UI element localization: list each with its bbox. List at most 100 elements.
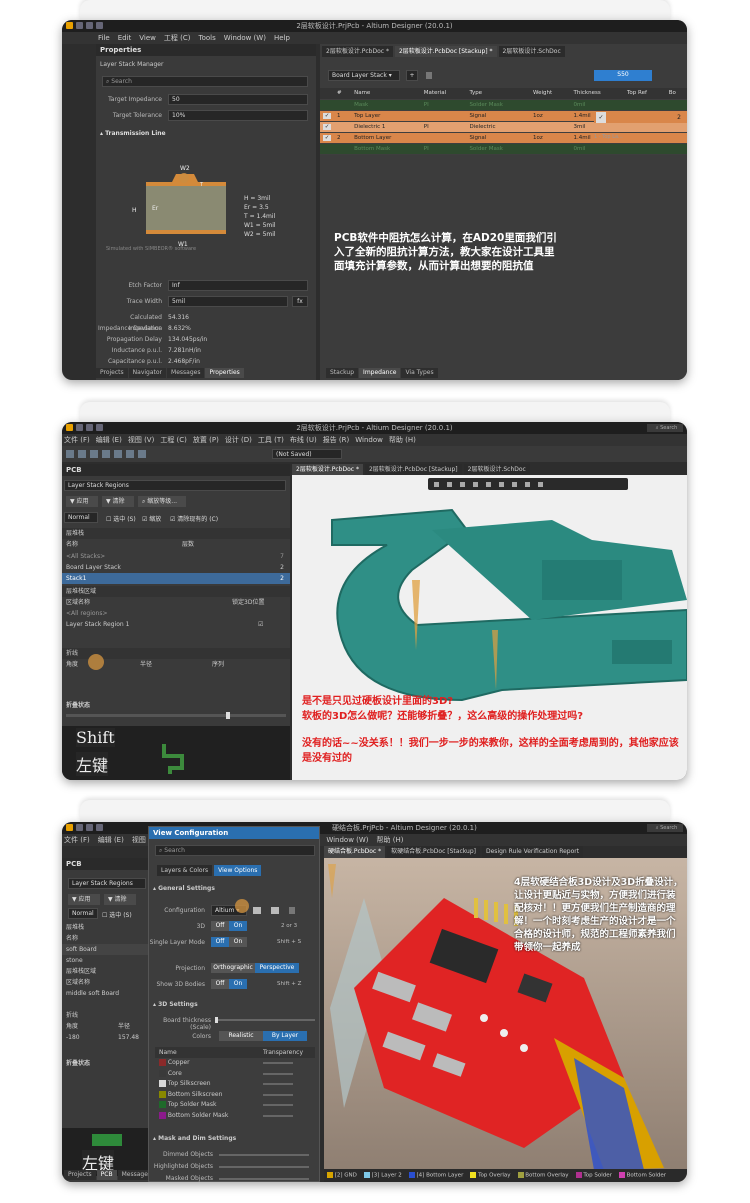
- tab-projects[interactable]: Projects: [64, 1170, 96, 1180]
- color-swatch[interactable]: [159, 1080, 166, 1087]
- layer-stack-dropdown[interactable]: Board Layer Stack ▾: [328, 70, 400, 81]
- layer-color-row[interactable]: Top Solder Mask: [155, 1100, 315, 1111]
- realistic-button[interactable]: Realistic: [219, 1031, 263, 1041]
- menu-item[interactable]: 工具 (T): [258, 434, 284, 446]
- doc-tab-sch[interactable]: 2层软板设计.SchDoc: [498, 46, 565, 57]
- menu-file[interactable]: 文件 (F): [64, 834, 90, 846]
- menu-item[interactable]: 帮助 (H): [389, 434, 416, 446]
- checkbox-icon[interactable]: ☑: [258, 619, 263, 630]
- color-swatch[interactable]: [159, 1059, 166, 1066]
- pad-icon[interactable]: [512, 481, 517, 487]
- stack-item[interactable]: <All Stacks> 7: [62, 551, 290, 562]
- perspective-button[interactable]: Perspective: [255, 963, 299, 973]
- table-row[interactable]: Bottom Mask PI Solder Mask 0mil: [320, 143, 687, 155]
- layer-color-row[interactable]: Copper: [155, 1058, 315, 1069]
- row-select[interactable]: ✓: [320, 132, 334, 144]
- global-search[interactable]: ⌕ Search: [647, 424, 683, 432]
- tab-navigator[interactable]: Navigator: [128, 368, 167, 378]
- target-tolerance-input[interactable]: 10%: [168, 110, 308, 121]
- search-input[interactable]: ⌕ Search: [102, 76, 308, 87]
- tab-via-types[interactable]: Via Types: [401, 368, 438, 378]
- doc-tab-sch[interactable]: 2层软板设计.SchDoc: [463, 464, 530, 475]
- doc-tab-pcb[interactable]: 硬结合板.PcbDoc *: [324, 846, 386, 858]
- single-layer-on-button[interactable]: On: [229, 937, 247, 947]
- select-icon[interactable]: [114, 450, 122, 458]
- s50-profile-button[interactable]: S50: [594, 70, 652, 81]
- zoom-level-button[interactable]: ⌕ 缩放等级...: [138, 496, 186, 507]
- 3d-settings-header[interactable]: ▴ 3D Settings: [149, 999, 198, 1010]
- orthographic-button[interactable]: Orthographic: [211, 963, 255, 973]
- zoom-checkbox[interactable]: ☑ 缩放: [142, 514, 161, 523]
- tab-projects[interactable]: Projects: [96, 368, 128, 378]
- transmission-line-header[interactable]: ▴ Transmission Line: [96, 128, 166, 139]
- slider-thumb[interactable]: [226, 712, 230, 719]
- row-select[interactable]: ✓: [320, 110, 334, 122]
- save-icon[interactable]: [86, 824, 93, 831]
- menu-help[interactable]: Help: [274, 32, 290, 44]
- stack-item[interactable]: stone: [62, 955, 148, 966]
- grid-icon[interactable]: [138, 450, 146, 458]
- single-layer-off-button[interactable]: Off: [211, 937, 229, 947]
- layer-color-row[interactable]: Bottom Silkscreen: [155, 1090, 315, 1101]
- target-impedance-input[interactable]: 50: [168, 94, 308, 105]
- open-icon[interactable]: [78, 450, 86, 458]
- component-icon[interactable]: [486, 481, 491, 487]
- menu-view[interactable]: View: [139, 32, 156, 44]
- doc-tab-stackup[interactable]: 软硬结合板.PcbDoc [Stackup]: [387, 846, 480, 858]
- menu-window[interactable]: Window (W): [224, 32, 266, 44]
- fold-state-slider[interactable]: [66, 712, 286, 719]
- tab-layers-colors[interactable]: Layers & Colors: [157, 865, 213, 876]
- region-mode-dropdown[interactable]: Layer Stack Regions: [64, 480, 286, 491]
- undo-icon[interactable]: [96, 424, 103, 431]
- rect-icon[interactable]: [473, 481, 478, 487]
- table-row[interactable]: Mask PI Solder Mask 0mil: [320, 99, 687, 111]
- color-swatch[interactable]: [159, 1111, 166, 1119]
- mask-mode-dropdown[interactable]: Normal: [68, 908, 98, 919]
- doc-tab-drc-report[interactable]: Design Rule Verification Report: [482, 846, 584, 858]
- tab-properties[interactable]: Properties: [205, 368, 244, 378]
- delete-config-icon[interactable]: [289, 907, 295, 914]
- menu-edit[interactable]: Edit: [118, 32, 132, 44]
- fold-row[interactable]: -180 157.48: [62, 1032, 148, 1043]
- region-item[interactable]: <All regions>: [62, 608, 290, 619]
- save-status-dropdown[interactable]: (Not Saved): [272, 449, 342, 459]
- menu-project[interactable]: 工程 (C): [164, 32, 191, 44]
- save-icon[interactable]: [86, 22, 93, 29]
- save-config-icon[interactable]: [253, 907, 261, 914]
- print-icon[interactable]: [90, 450, 98, 458]
- tab-pcb[interactable]: PCB: [96, 1170, 117, 1180]
- by-layer-button[interactable]: By Layer: [263, 1031, 307, 1041]
- 3d-viewport[interactable]: 硬结合板.PcbDoc * 软硬结合板.PcbDoc [Stackup] Des…: [324, 846, 687, 1182]
- formula-button[interactable]: fx: [292, 296, 308, 307]
- tab-view-options[interactable]: View Options: [214, 865, 262, 876]
- menu-item[interactable]: 视图 (V): [128, 434, 154, 446]
- color-swatch[interactable]: [159, 1090, 166, 1098]
- 3d-on-button[interactable]: On: [229, 921, 247, 931]
- line-icon[interactable]: [538, 481, 543, 487]
- clear-existing-checkbox[interactable]: ☑ 清除现有的 (C): [170, 514, 218, 523]
- region-item[interactable]: middle soft Board: [62, 988, 148, 999]
- stack-item[interactable]: soft Board: [62, 944, 148, 955]
- zoom-icon[interactable]: [102, 450, 110, 458]
- checkbox-icon[interactable]: ✓: [323, 112, 331, 119]
- legend-item[interactable]: [4] Bottom Layer: [408, 1172, 463, 1179]
- mask-dim-header[interactable]: ▴ Mask and Dim Settings: [149, 1133, 236, 1144]
- text-icon[interactable]: [525, 481, 530, 487]
- menu-item[interactable]: Window: [355, 434, 383, 446]
- region-item[interactable]: Layer Stack Region 1 ☑: [62, 619, 290, 630]
- menu-item[interactable]: 报告 (R): [323, 434, 350, 446]
- color-swatch[interactable]: [159, 1101, 166, 1108]
- color-swatch[interactable]: [159, 1069, 166, 1077]
- open-icon[interactable]: [76, 424, 83, 431]
- dimmed-slider[interactable]: [219, 1154, 309, 1156]
- slider-thumb[interactable]: [215, 1017, 218, 1023]
- transparency-slider[interactable]: [263, 1104, 293, 1106]
- add-layer-button[interactable]: +: [406, 70, 418, 81]
- delete-icon[interactable]: [426, 72, 432, 79]
- transparency-slider[interactable]: [263, 1114, 293, 1117]
- highlighted-slider[interactable]: [219, 1166, 309, 1168]
- board-thickness-slider[interactable]: [215, 1017, 315, 1023]
- menu-item[interactable]: 编辑 (E): [96, 434, 122, 446]
- undo-icon[interactable]: [96, 22, 103, 29]
- layer-color-row[interactable]: Top Silkscreen: [155, 1079, 315, 1090]
